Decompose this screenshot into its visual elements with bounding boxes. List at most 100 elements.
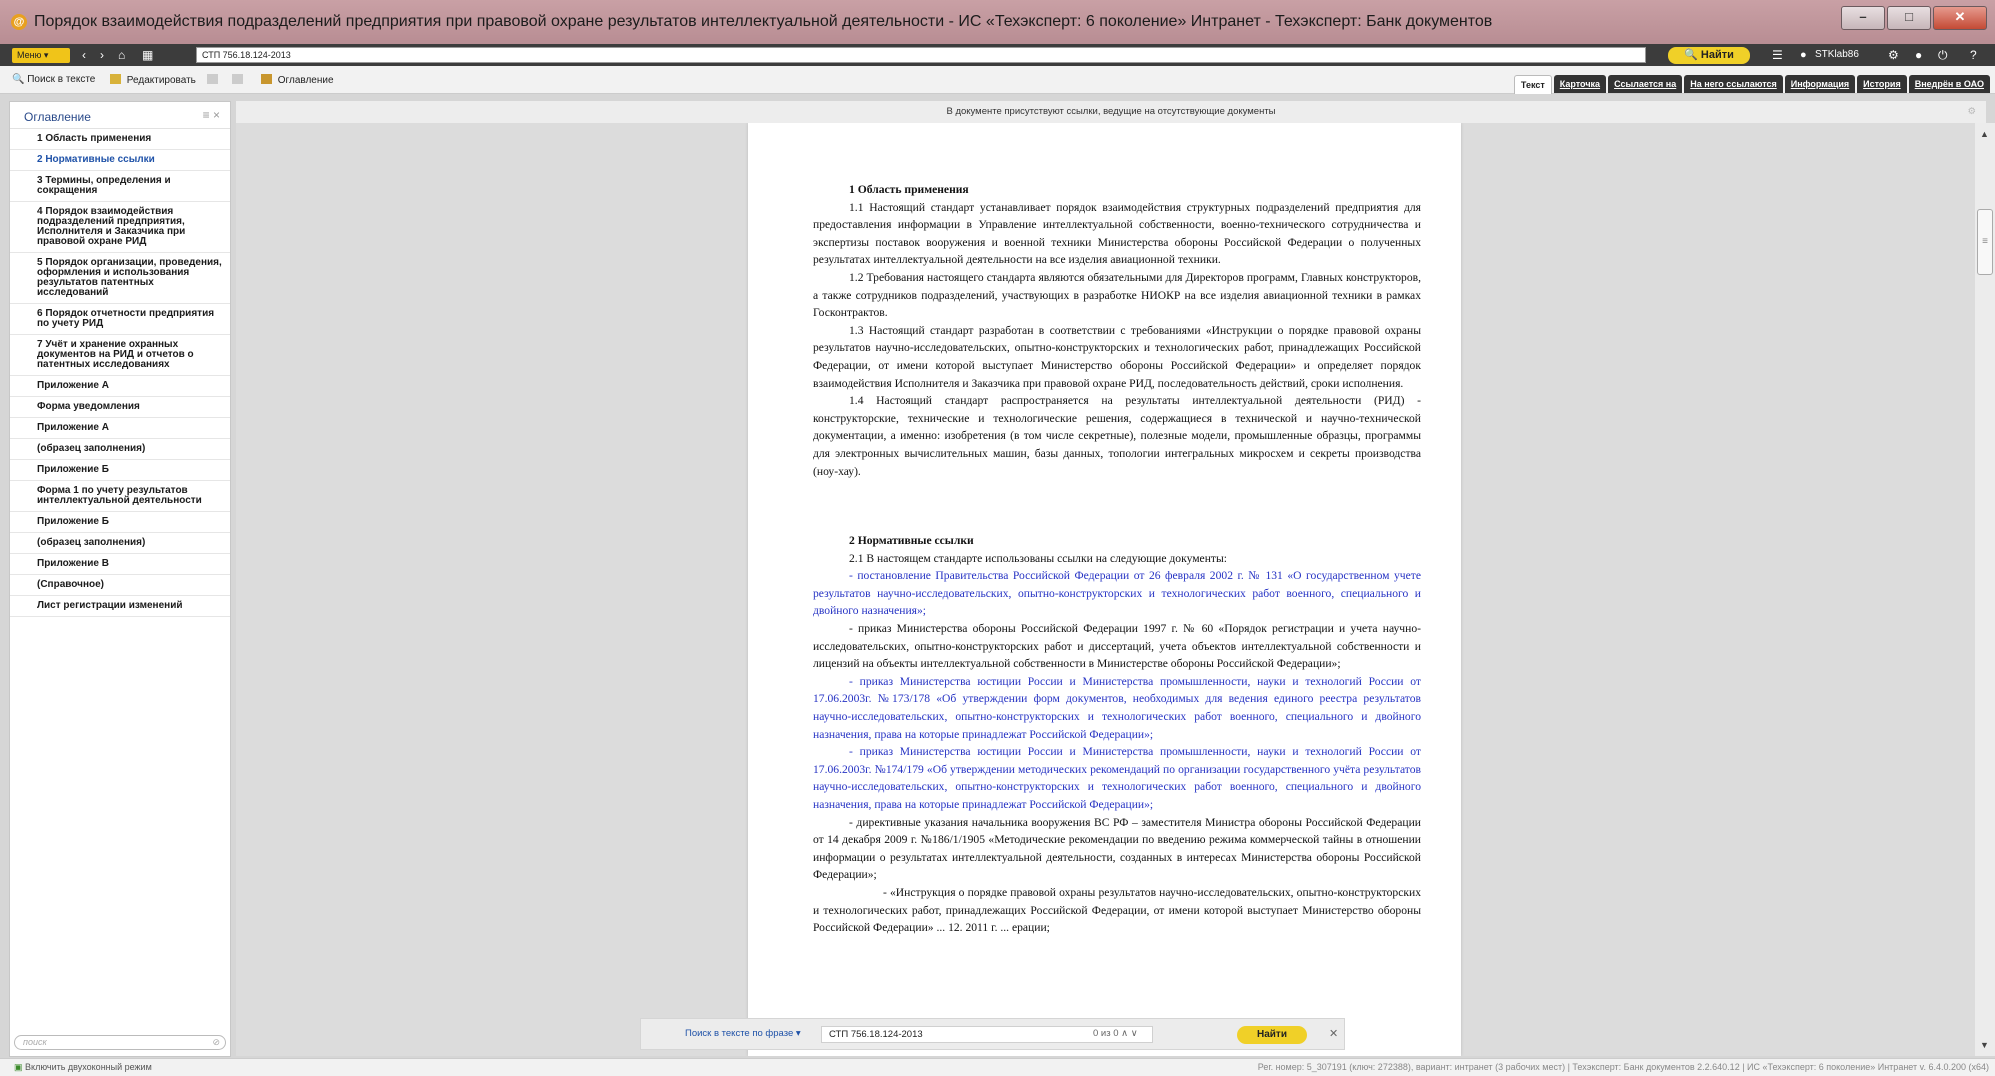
paragraph: 1.3 Настоящий стандарт разработан в соот… bbox=[813, 323, 1421, 390]
search-icon: 🔍 bbox=[12, 74, 25, 85]
toc-item[interactable]: 5 Порядок организации, проведения, оформ… bbox=[10, 253, 230, 304]
minimize-button[interactable]: – bbox=[1841, 6, 1885, 30]
app-logo-icon: @ bbox=[11, 14, 27, 30]
document-scrollbar[interactable]: ▲ ≡ ▼ bbox=[1975, 123, 1995, 1056]
paragraph: 1.1 Настоящий стандарт устанавливает пор… bbox=[813, 200, 1421, 267]
find-bar: Поиск в тексте по фразе ▾ СТП 756.18.124… bbox=[640, 1018, 1345, 1050]
toc-item[interactable]: Форма уведомления bbox=[10, 397, 230, 418]
document-page: 1 Область применения 1.1 Настоящий станд… bbox=[748, 123, 1461, 1056]
toc-sidebar: Оглавление ≡ × 1 Область применения 2 Нор… bbox=[9, 101, 231, 1057]
scrollbar-thumb[interactable]: ≡ bbox=[1977, 209, 1993, 275]
scroll-down-icon[interactable]: ▼ bbox=[1980, 1040, 1989, 1050]
toc-item[interactable]: 6 Порядок отчетности предприятия по учет… bbox=[10, 304, 230, 335]
version-info: Рег. номер: 5_307191 (ключ: 272388), вар… bbox=[1257, 1062, 1989, 1072]
home-icon[interactable]: ⌂ bbox=[118, 47, 125, 63]
help-icon[interactable]: ? bbox=[1970, 47, 1977, 63]
dual-window-toggle[interactable]: ▣ Включить двухоконный режим bbox=[14, 1062, 152, 1073]
scroll-up-icon[interactable]: ▲ bbox=[1980, 129, 1989, 139]
toc-item[interactable]: Приложение Б bbox=[10, 460, 230, 481]
document-content: 1 Область применения 1.1 Настоящий станд… bbox=[813, 181, 1421, 937]
toc-label: Оглавление bbox=[277, 75, 334, 86]
window-title: Порядок взаимодействия подразделений пре… bbox=[34, 13, 1493, 30]
back-icon[interactable]: ‹ bbox=[82, 47, 86, 63]
toc-item[interactable]: 2 Нормативные ссылки bbox=[10, 150, 230, 171]
find-mode-dropdown[interactable]: Поиск в тексте по фразе ▾ bbox=[685, 1028, 801, 1039]
paragraph: 1.2 Требования настоящего стандарта явля… bbox=[813, 270, 1421, 320]
toc-item[interactable]: Приложение В bbox=[10, 554, 230, 575]
user-icon: ● bbox=[1800, 49, 1807, 61]
document-tabs: Текст Карточка Ссылается на На него ссыл… bbox=[1513, 75, 1990, 94]
toc-item[interactable]: (образец заполнения) bbox=[10, 533, 230, 554]
toc-item[interactable]: (Справочное) bbox=[10, 575, 230, 596]
tab-information[interactable]: Информация bbox=[1784, 75, 1856, 93]
save-icon bbox=[232, 74, 243, 84]
toc-button[interactable]: Оглавление bbox=[261, 74, 334, 86]
settings-icon[interactable]: ⚙ bbox=[1888, 47, 1899, 63]
forward-icon[interactable]: › bbox=[100, 47, 104, 63]
document-toolbar: 🔍 Поиск в тексте Редактировать Оглавлени… bbox=[0, 66, 1995, 94]
toc-list: 1 Область применения 2 Нормативные ссылки… bbox=[10, 129, 230, 617]
notice-text: В документе присутствуют ссылки, ведущие… bbox=[946, 106, 1276, 117]
hamburger-icon[interactable]: ☰ bbox=[1772, 47, 1783, 63]
dual-window-icon: ▣ bbox=[14, 1062, 23, 1072]
find-count[interactable]: 0 из 0 ∧ ∨ bbox=[1093, 1028, 1138, 1039]
toc-item[interactable]: Приложение А bbox=[10, 418, 230, 439]
print-button[interactable] bbox=[207, 74, 221, 86]
gear-icon[interactable]: ⚙ bbox=[1967, 101, 1976, 123]
paragraph: - приказ Министерства обороны Российской… bbox=[813, 622, 1421, 671]
missing-links-notice: В документе присутствуют ссылки, ведущие… bbox=[236, 101, 1986, 124]
dual-window-label: Включить двухоконный режим bbox=[25, 1062, 152, 1072]
clear-icon[interactable]: ⊘ bbox=[212, 1036, 220, 1049]
username[interactable]: STKlab86 bbox=[1815, 47, 1859, 63]
tab-referenced-by[interactable]: На него ссылаются bbox=[1684, 75, 1783, 93]
address-field[interactable]: СТП 756.18.124-2013 bbox=[196, 47, 1646, 63]
maximize-button[interactable]: □ bbox=[1887, 6, 1931, 30]
grid-icon[interactable]: ▦ bbox=[142, 47, 153, 63]
status-bar: ▣ Включить двухоконный режим Рег. номер:… bbox=[0, 1058, 1995, 1076]
tab-implemented[interactable]: Внедрён в ОАО bbox=[1908, 75, 1990, 93]
section-heading: 2 Нормативные ссылки bbox=[849, 534, 974, 548]
tab-text[interactable]: Текст bbox=[1513, 75, 1552, 94]
tab-references[interactable]: Ссылается на bbox=[1608, 75, 1683, 93]
toc-item[interactable]: Приложение Б bbox=[10, 512, 230, 533]
section-heading: 1 Область применения bbox=[849, 183, 969, 196]
paragraph: - директивные указания начальника вооруж… bbox=[813, 815, 1421, 882]
toc-item[interactable]: Приложение А bbox=[10, 376, 230, 397]
document-link[interactable]: - приказ Министерства юстиции России и М… bbox=[813, 673, 1421, 743]
window-titlebar: @ Порядок взаимодействия подразделений п… bbox=[0, 0, 1995, 44]
toc-item[interactable]: (образец заполнения) bbox=[10, 439, 230, 460]
print-icon bbox=[207, 74, 218, 84]
toc-item[interactable]: 3 Термины, определения и сокращения bbox=[10, 171, 230, 202]
toc-item[interactable]: 4 Порядок взаимодействия подразделений п… bbox=[10, 202, 230, 253]
toc-title: Оглавление bbox=[24, 110, 91, 124]
close-window-button[interactable]: ✕ bbox=[1933, 6, 1987, 30]
main-toolbar: Меню ▾ ‹ › ⌂ ▦ СТП 756.18.124-2013 🔍 Най… bbox=[0, 44, 1995, 66]
edit-button[interactable]: Редактировать bbox=[110, 74, 196, 86]
document-view: 1 Область применения 1.1 Настоящий станд… bbox=[236, 123, 1975, 1056]
toc-item[interactable]: Форма 1 по учету результатов интеллектуа… bbox=[10, 481, 230, 512]
paragraph: 1.4 Настоящий стандарт распространяется … bbox=[813, 394, 1421, 478]
toc-search-placeholder: поиск bbox=[23, 1037, 47, 1047]
power-icon[interactable]: ⏻ bbox=[1938, 47, 1948, 63]
close-findbar-icon[interactable]: ✕ bbox=[1329, 1027, 1338, 1040]
find-button[interactable]: 🔍 Найти bbox=[1668, 47, 1750, 64]
document-link[interactable]: - приказ Министерства юстиции России и М… bbox=[813, 743, 1421, 813]
info-icon[interactable]: ● bbox=[1915, 47, 1922, 63]
tab-history[interactable]: История bbox=[1857, 75, 1907, 93]
toc-item[interactable]: Лист регистрации изменений bbox=[10, 596, 230, 617]
toc-header: Оглавление ≡ × bbox=[10, 102, 230, 129]
save-button[interactable] bbox=[232, 74, 246, 86]
toc-search-input[interactable]: поиск ⊘ bbox=[14, 1035, 226, 1050]
document-link[interactable]: - постановление Правительства Российской… bbox=[813, 567, 1421, 620]
toc-controls[interactable]: ≡ × bbox=[203, 108, 220, 122]
edit-icon bbox=[110, 74, 121, 84]
search-in-text-button[interactable]: 🔍 Поиск в тексте bbox=[12, 74, 95, 85]
paragraph: - «Инструкция о порядке правовой охраны … bbox=[813, 885, 1421, 935]
menu-button[interactable]: Меню ▾ bbox=[12, 48, 70, 63]
toc-item[interactable]: 7 Учёт и хранение охранных документов на… bbox=[10, 335, 230, 376]
tab-card[interactable]: Карточка bbox=[1553, 75, 1607, 93]
edit-label: Редактировать bbox=[126, 75, 196, 86]
toc-item[interactable]: 1 Область применения bbox=[10, 129, 230, 150]
paragraph: 2.1 В настоящем стандарте использованы с… bbox=[849, 551, 1227, 565]
find-submit-button[interactable]: Найти bbox=[1237, 1026, 1307, 1044]
